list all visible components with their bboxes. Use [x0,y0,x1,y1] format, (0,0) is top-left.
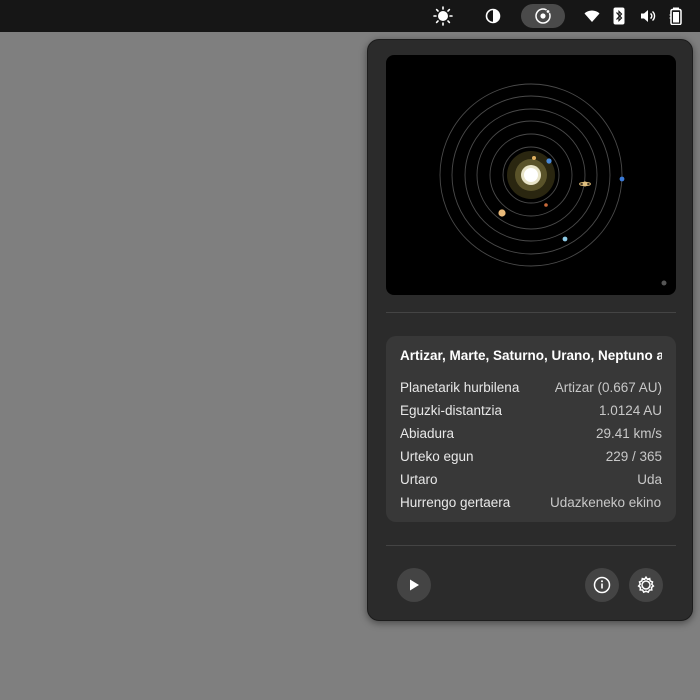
info-label: Urteko egun [400,449,474,464]
planet-earth [546,158,552,164]
info-row-next-event: Hurrengo gertaera Udazkeneko ekinokzioa [400,493,662,513]
info-row-nearest-planet: Planetarik hurbilena Artizar (0.667 AU) [400,378,662,398]
info-card: Artizar, Marte, Saturno, Urano, Neptuno … [386,336,676,522]
info-value: 29.41 km/s [595,426,662,441]
info-label: Eguzki-distantzia [400,403,503,418]
planet-neptune [619,176,625,182]
top-bar [0,0,700,32]
planet-uranus [562,236,568,242]
planet-saturn [582,181,588,187]
sun [524,168,538,182]
info-label: Planetarik hurbilena [400,380,520,395]
info-icon [593,576,611,594]
settings-button[interactable] [629,568,663,602]
solar-system-popover: Artizar, Marte, Saturno, Urano, Neptuno … [367,39,693,621]
info-row-speed: Abiadura 29.41 km/s [400,424,662,444]
planet-mars [544,203,548,207]
corner-dot-indicator [661,280,667,286]
separator-bottom [386,545,676,546]
bluetooth-icon[interactable] [611,4,627,28]
solar-system-view [386,55,676,295]
play-button[interactable] [397,568,431,602]
planet-jupiter [498,209,506,217]
settings-icon [637,576,655,594]
info-value: Udazkeneko ekinokzioa [550,495,662,510]
visible-planets-title: Artizar, Marte, Saturno, Urano, Neptuno … [400,348,662,363]
info-row-sun-distance: Eguzki-distantzia 1.0124 AU [400,401,662,421]
night-light-icon[interactable] [480,4,506,28]
info-value: 229 / 365 [605,449,662,464]
info-row-day-of-year: Urteko egun 229 / 365 [400,447,662,467]
separator-top [386,312,676,313]
info-value: 1.0124 AU [598,403,662,418]
planet-mercury [532,156,536,160]
info-value: Artizar (0.667 AU) [554,380,662,395]
brightness-icon[interactable] [430,4,456,28]
info-value: Uda [637,472,662,487]
solar-system-applet-icon[interactable] [521,4,565,28]
wifi-icon[interactable] [582,4,602,28]
info-label: Hurrengo gertaera [400,495,511,510]
info-label: Abiadura [400,426,455,441]
info-row-season: Urtaro Uda [400,470,662,490]
battery-icon[interactable] [667,4,685,28]
info-label: Urtaro [400,472,438,487]
info-button[interactable] [585,568,619,602]
play-icon [410,579,419,591]
volume-icon[interactable] [639,4,657,28]
